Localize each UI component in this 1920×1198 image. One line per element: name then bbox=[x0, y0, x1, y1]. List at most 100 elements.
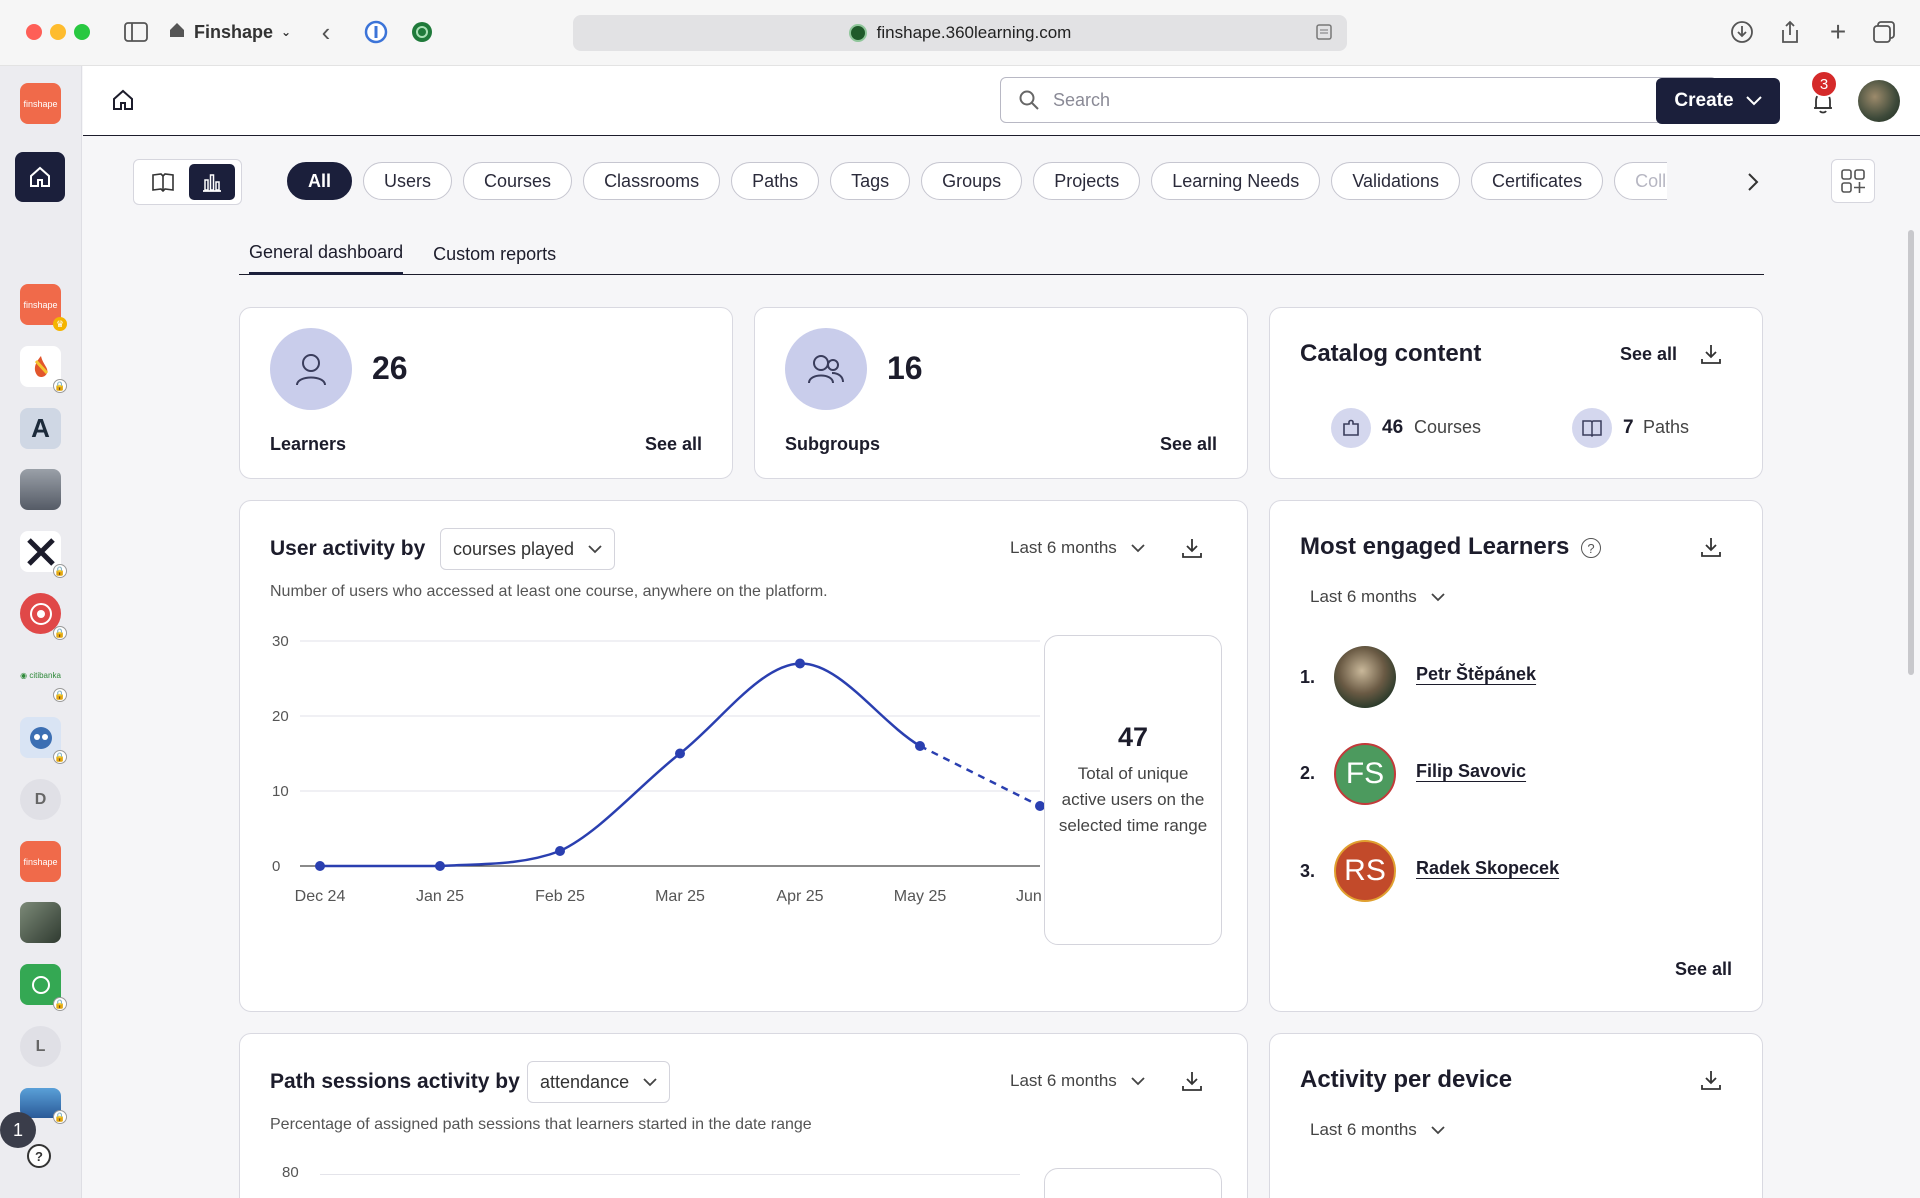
learner-name-link[interactable]: Filip Savovic bbox=[1416, 761, 1526, 782]
workspace-item[interactable]: 🔒 bbox=[20, 717, 67, 764]
engaged-range-selector[interactable]: Last 6 months bbox=[1310, 587, 1445, 607]
lock-icon: 🔒 bbox=[53, 750, 67, 764]
filter-chip-tags[interactable]: Tags bbox=[830, 162, 911, 200]
workspace-item[interactable]: 🔒 bbox=[20, 593, 67, 640]
filter-chip-collab[interactable]: Collab bbox=[1614, 162, 1667, 200]
learner-name-link[interactable]: Radek Skopecek bbox=[1416, 858, 1559, 879]
reader-icon[interactable] bbox=[1312, 18, 1336, 46]
create-button[interactable]: Create bbox=[1656, 78, 1780, 124]
download-icon[interactable] bbox=[1179, 1068, 1205, 1094]
workspace-item[interactable] bbox=[20, 902, 61, 943]
back-icon[interactable]: ‹ bbox=[314, 17, 338, 47]
workspace-rail: finshape finshape ♛ 🔒 A 🔒 🔒 ◉ citibanka … bbox=[0, 66, 82, 1198]
close-window-button[interactable] bbox=[26, 24, 42, 40]
chart-series-line bbox=[320, 662, 921, 868]
download-icon[interactable] bbox=[1179, 535, 1205, 561]
path-total-box bbox=[1044, 1168, 1222, 1198]
workspace-item[interactable]: finshape ♛ bbox=[20, 284, 67, 331]
tab-overview-icon[interactable] bbox=[1870, 18, 1898, 46]
address-bar[interactable]: finshape.360learning.com bbox=[573, 15, 1347, 51]
workspace-item[interactable]: 🔒 bbox=[20, 531, 67, 578]
catalog-title: Catalog content bbox=[1300, 340, 1482, 367]
filter-chip-groups[interactable]: Groups bbox=[921, 162, 1023, 200]
download-icon[interactable] bbox=[1698, 341, 1724, 367]
catalog-see-all-link[interactable]: See all bbox=[1620, 344, 1677, 365]
filter-chip-classrooms[interactable]: Classrooms bbox=[583, 162, 721, 200]
help-circle-icon[interactable]: ? bbox=[1581, 538, 1601, 558]
download-icon[interactable] bbox=[1698, 1067, 1724, 1093]
home-icon bbox=[113, 89, 133, 110]
rail-home-button[interactable] bbox=[15, 152, 65, 202]
sidebar-toggle-icon[interactable] bbox=[122, 18, 150, 46]
device-title: Activity per device bbox=[1300, 1066, 1513, 1093]
filter-chip-learning-needs[interactable]: Learning Needs bbox=[1151, 162, 1321, 200]
workspace-item[interactable]: finshape bbox=[20, 841, 61, 882]
search-input[interactable] bbox=[1053, 89, 1653, 111]
new-tab-icon[interactable]: + bbox=[1824, 16, 1852, 47]
learner-name-link[interactable]: Petr Štěpánek bbox=[1416, 664, 1536, 685]
filter-chip-courses[interactable]: Courses bbox=[463, 162, 573, 200]
share-icon[interactable] bbox=[1776, 18, 1804, 46]
download-icon[interactable] bbox=[1698, 534, 1724, 560]
filters-scroll-right-button[interactable] bbox=[1736, 165, 1770, 199]
minimize-window-button[interactable] bbox=[50, 24, 66, 40]
tab-group-selector[interactable]: Finshape ⌄ bbox=[168, 18, 291, 46]
customize-widgets-button[interactable] bbox=[1831, 159, 1875, 203]
workspace-item[interactable]: 🔒 bbox=[20, 964, 67, 1011]
workspace-item-d[interactable]: D bbox=[20, 779, 61, 820]
extension-icon[interactable] bbox=[408, 18, 436, 46]
most-engaged-learners-card: Most engaged Learners ? Last 6 months 1.… bbox=[1269, 500, 1763, 1012]
learners-see-all-link[interactable]: See all bbox=[645, 434, 702, 455]
chart-x-tick-label: Mar 25 bbox=[655, 888, 705, 905]
learner-avatar[interactable] bbox=[1334, 646, 1396, 708]
workspace-finshape-logo[interactable]: finshape bbox=[20, 83, 61, 124]
activity-metric-value: courses played bbox=[453, 538, 575, 559]
notification-count-badge[interactable]: 1 bbox=[0, 1112, 36, 1148]
workspace-item-l[interactable]: L bbox=[20, 1026, 61, 1067]
downloads-icon[interactable] bbox=[1728, 18, 1756, 46]
site-favicon-icon bbox=[848, 24, 867, 42]
filter-chip-projects[interactable]: Projects bbox=[1033, 162, 1141, 200]
engaged-title: Most engaged Learners bbox=[1300, 533, 1570, 560]
activity-metric-dropdown[interactable]: courses played bbox=[440, 528, 616, 570]
analytics-view-button[interactable] bbox=[189, 164, 236, 200]
filter-chip-users[interactable]: Users bbox=[363, 162, 453, 200]
catalog-content-card: Catalog content See all 46 Courses 7 Pat… bbox=[1269, 307, 1763, 479]
learner-avatar[interactable]: FS bbox=[1334, 743, 1396, 805]
filter-chip-certificates[interactable]: Certificates bbox=[1471, 162, 1604, 200]
password-extension-icon[interactable] bbox=[362, 18, 390, 46]
filter-chip-all[interactable]: All bbox=[287, 162, 353, 200]
page-scrollbar[interactable] bbox=[1908, 230, 1914, 675]
x-logo-icon bbox=[26, 537, 55, 566]
tab-general-dashboard[interactable]: General dashboard bbox=[249, 233, 404, 275]
home-button[interactable] bbox=[111, 88, 137, 114]
engaged-see-all-link[interactable]: See all bbox=[1675, 959, 1732, 980]
zoom-window-button[interactable] bbox=[74, 24, 90, 40]
path-metric-dropdown[interactable]: attendance bbox=[527, 1061, 671, 1103]
catalog-view-button[interactable] bbox=[140, 164, 186, 200]
learner-avatar[interactable]: RS bbox=[1334, 840, 1396, 902]
filter-chip-paths[interactable]: Paths bbox=[731, 162, 820, 200]
chart-y-tick-label: 10 bbox=[272, 783, 289, 800]
app-top-bar: Create 3 bbox=[83, 66, 1920, 136]
tab-custom-reports[interactable]: Custom reports bbox=[433, 233, 556, 275]
chevron-down-icon bbox=[1431, 1125, 1445, 1134]
workspace-item[interactable]: A bbox=[20, 408, 61, 449]
chart-data-point bbox=[915, 741, 925, 751]
user-avatar[interactable] bbox=[1858, 80, 1900, 122]
workspace-item[interactable]: ◉ citibanka 🔒 bbox=[20, 655, 67, 702]
filter-chip-validations[interactable]: Validations bbox=[1331, 162, 1461, 200]
chart-data-point bbox=[795, 658, 805, 669]
activity-range-selector[interactable]: Last 6 months bbox=[1010, 538, 1145, 558]
book-icon bbox=[151, 173, 174, 192]
subgroups-see-all-link[interactable]: See all bbox=[1160, 434, 1217, 455]
workspace-item[interactable]: 🔒 bbox=[20, 346, 67, 393]
group-icon bbox=[785, 328, 867, 410]
path-range-selector[interactable]: Last 6 months bbox=[1010, 1071, 1145, 1091]
search-bar[interactable] bbox=[1000, 77, 1717, 123]
lock-icon: 🔒 bbox=[53, 564, 67, 578]
device-range-selector[interactable]: Last 6 months bbox=[1310, 1120, 1445, 1140]
path-book-icon bbox=[1572, 408, 1612, 448]
help-icon[interactable]: ? bbox=[27, 1144, 51, 1168]
workspace-item[interactable] bbox=[20, 469, 61, 510]
